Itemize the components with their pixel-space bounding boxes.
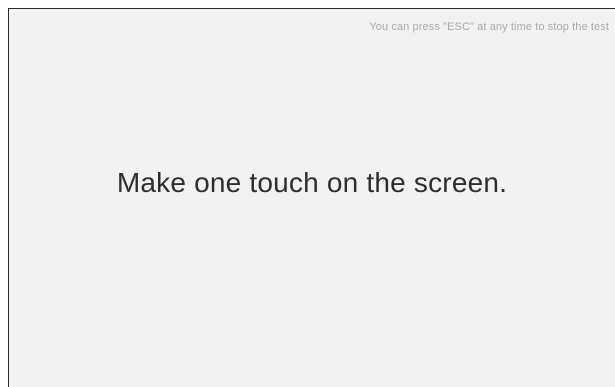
touch-test-screen[interactable]: You can press "ESC" at any time to stop … bbox=[8, 8, 615, 387]
esc-hint-text: You can press "ESC" at any time to stop … bbox=[369, 21, 609, 33]
touch-instruction-text: Make one touch on the screen. bbox=[116, 167, 508, 198]
